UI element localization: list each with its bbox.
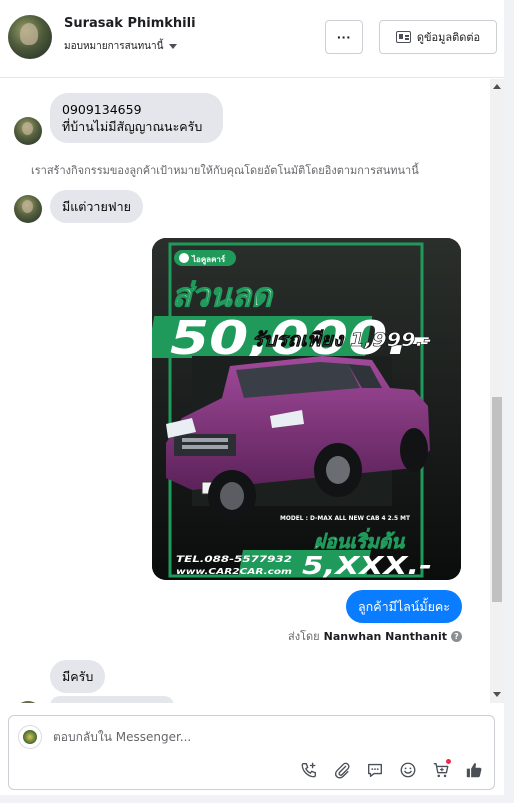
sent-by-prefix: ส่งโดย <box>288 630 320 643</box>
like-icon[interactable] <box>464 760 484 780</box>
promo-graphic: ไอคูลคาร์ ส่วนลด 50,000.- รับรถเพียง 1,9… <box>152 238 461 580</box>
panel-edge <box>504 0 514 803</box>
sent-by-info: ส่งโดย Nanwhan Nanthanit ? <box>288 627 462 645</box>
chevron-down-icon <box>169 44 178 49</box>
promo-down-payment: รับรถเพียง 1,999.- <box>252 329 432 351</box>
promo-phone: TEL.088-5577932 <box>176 555 292 565</box>
view-contact-info-label: ดูข้อมูลติดต่อ <box>416 32 481 44</box>
view-contact-info-button[interactable]: ดูข้อมูลติดต่อ <box>379 20 497 54</box>
message-thread[interactable]: 0909134659 ที่บ้านไม่มีสัญญาณนะครับ เราส… <box>0 79 490 703</box>
phone-add-icon[interactable] <box>299 760 319 780</box>
lead-activity-note: เราสร้างกิจกรรมของลูกค้าเป้าหมายให้กับคุ… <box>31 164 419 177</box>
incoming-message-partial[interactable] <box>50 696 174 703</box>
composer-toolbar <box>299 758 484 780</box>
message-line: 0909134659 <box>62 102 142 117</box>
message-line: ที่บ้านไม่มีสัญญาณนะครับ <box>62 119 203 134</box>
scroll-up-arrow-icon[interactable] <box>493 84 501 89</box>
reply-composer <box>8 715 495 790</box>
incoming-message[interactable]: มีครับ <box>50 660 106 693</box>
sender-avatar <box>14 195 42 223</box>
assign-conversation-dropdown[interactable]: มอบหมายการสนทนานี้ <box>64 39 178 54</box>
thread-scrollbar[interactable] <box>490 79 504 703</box>
promo-brand: ไอคูลคาร์ <box>191 254 226 265</box>
sender-avatar <box>14 117 42 145</box>
assign-label: มอบหมายการสนทนานี้ <box>64 41 164 52</box>
scroll-thumb[interactable] <box>492 397 502 602</box>
messenger-conversation: Surasak Phimkhili มอบหมายการสนทนานี้ ···… <box>0 0 514 803</box>
promo-model-note: MODEL : D-MAX ALL NEW CAB 4 2.5 MT <box>280 515 411 522</box>
conversation-header: Surasak Phimkhili มอบหมายการสนทนานี้ ···… <box>0 0 514 78</box>
reply-input[interactable] <box>53 730 473 744</box>
id-card-icon <box>395 31 411 43</box>
attachment-icon[interactable] <box>332 760 352 780</box>
contact-name[interactable]: Surasak Phimkhili <box>64 16 196 31</box>
notification-dot <box>445 758 452 765</box>
promo-installment-label: ผ่อนเริ่มต้น <box>314 528 405 553</box>
cart-icon[interactable] <box>431 758 452 780</box>
incoming-message[interactable]: มีแต่วายฟาย <box>50 190 143 223</box>
saved-reply-icon[interactable] <box>365 760 385 780</box>
page-avatar <box>18 725 42 749</box>
contact-avatar[interactable] <box>8 15 52 59</box>
help-icon[interactable]: ? <box>451 630 462 642</box>
outgoing-message[interactable]: ลูกค้ามีไลน์มั้ยคะ <box>346 590 462 623</box>
incoming-message[interactable]: 0909134659 ที่บ้านไม่มีสัญญาณนะครับ <box>50 93 223 143</box>
bottom-edge <box>0 795 514 803</box>
promo-installment-value: 5,XXX.- <box>302 551 432 580</box>
emoji-icon[interactable] <box>398 760 418 780</box>
scroll-down-arrow-icon[interactable] <box>493 692 501 697</box>
sent-by-name[interactable]: Nanwhan Nanthanit <box>324 630 447 643</box>
promo-image[interactable]: ไอคูลคาร์ ส่วนลด 50,000.- รับรถเพียง 1,9… <box>152 238 461 580</box>
more-options-button[interactable]: ··· <box>325 20 363 54</box>
promo-headline: ส่วนลด <box>172 276 274 314</box>
sender-avatar <box>14 701 42 703</box>
promo-website: www.CAR2CAR.com <box>176 567 292 576</box>
